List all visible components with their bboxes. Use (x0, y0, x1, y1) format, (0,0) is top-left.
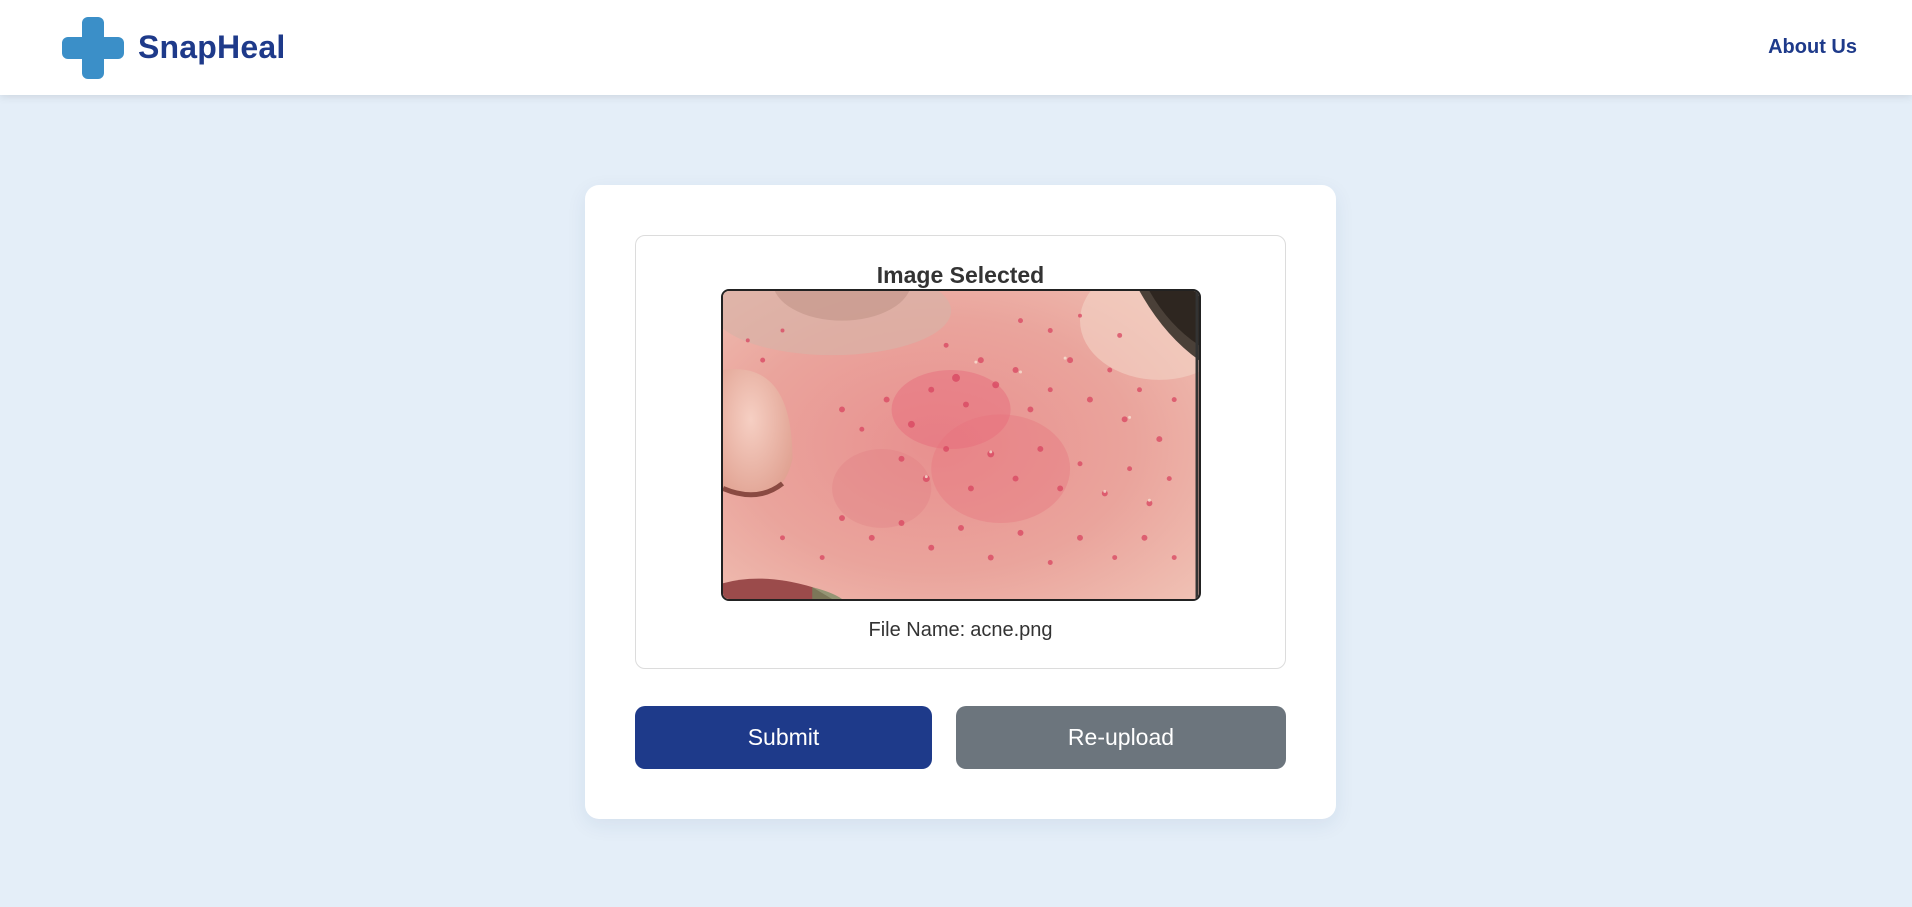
top-navbar: SnapHeal About Us (0, 0, 1912, 95)
brand-logo-link[interactable]: SnapHeal (62, 16, 286, 79)
cross-horizontal-bar (62, 36, 124, 59)
file-name-display: File Name: acne.png (636, 619, 1285, 642)
about-us-link[interactable]: About Us (1768, 36, 1857, 59)
skin-photo-image (723, 291, 1199, 599)
upload-card: Image Selected File Name: acne.png Submi… (585, 185, 1336, 819)
file-name-label: File Name: (868, 619, 966, 641)
submit-button[interactable]: Submit (635, 706, 932, 769)
image-preview-box: Image Selected File Name: acne.png (635, 235, 1286, 669)
reupload-button[interactable]: Re-upload (956, 706, 1286, 769)
selected-image (721, 289, 1201, 601)
brand-name: SnapHeal (138, 29, 286, 65)
medical-cross-icon (62, 16, 124, 79)
preview-title: Image Selected (876, 262, 1045, 288)
file-name-value: acne.png (970, 619, 1053, 641)
